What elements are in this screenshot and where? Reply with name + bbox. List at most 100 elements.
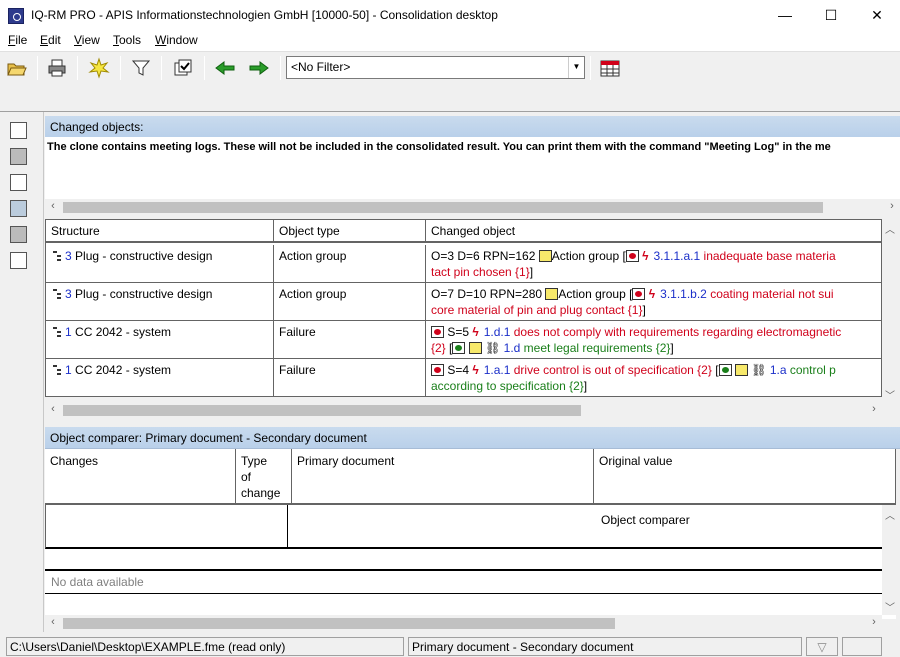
link-icon: ⛓	[751, 363, 767, 377]
changed-object-cell[interactable]: O=3 D=6 RPN=162 Action group [ ϟ 3.1.1.a…	[426, 245, 881, 283]
open-folder-icon[interactable]	[5, 57, 27, 79]
scroll-right-icon[interactable]: ›	[866, 616, 882, 628]
print-icon[interactable]	[46, 57, 68, 79]
table-row[interactable]: 1 CC 2042 - system	[46, 359, 274, 396]
toolbar-separator	[77, 56, 78, 80]
grid-hscrollbar[interactable]: ‹ ›	[45, 402, 882, 419]
cause-icon: ϟ	[472, 325, 479, 339]
menu-file[interactable]: File	[8, 33, 27, 47]
structure-icon	[51, 250, 65, 262]
changed-object-cell[interactable]: S=5 ϟ 1.d.1 does not comply with require…	[426, 321, 881, 359]
table-row[interactable]: 3 Plug - constructive design	[46, 245, 274, 283]
toolbar-secondary	[0, 83, 900, 112]
object-text: coating material not sui	[706, 287, 834, 301]
chevron-down-icon[interactable]: ▼	[568, 57, 584, 78]
scroll-thumb[interactable]	[63, 618, 615, 629]
rating-text: O=7 D=10 RPN=280	[431, 287, 546, 301]
bracket-close: ]	[670, 341, 674, 355]
filter-dropdown[interactable]: <No Filter> ▼	[286, 56, 585, 79]
menu-bar: File Edit View Tools Window	[0, 31, 900, 51]
scroll-left-icon[interactable]: ‹	[45, 200, 61, 212]
toolbar-separator	[37, 56, 38, 80]
structure-text: CC 2042 - system	[71, 363, 172, 377]
scroll-right-icon[interactable]: ›	[866, 403, 882, 415]
object-text: drive control is out of specification {2…	[510, 363, 712, 377]
menu-tools[interactable]: Tools	[113, 33, 141, 47]
object-type-cell[interactable]: Action group	[274, 245, 426, 283]
bracket-open: [	[711, 363, 719, 377]
divider	[287, 505, 288, 549]
grid-vscrollbar[interactable]: ︿ ﹀	[882, 219, 899, 402]
column-header-changed-object[interactable]: Changed object	[426, 220, 881, 243]
function-text: control p	[786, 363, 836, 377]
scroll-down-icon[interactable]: ﹀	[885, 387, 895, 402]
network-view-icon[interactable]	[10, 174, 27, 191]
rating-text: O=3 D=6 RPN=162	[431, 249, 539, 263]
type-header-line: change	[241, 486, 281, 500]
structure-text: CC 2042 - system	[71, 325, 172, 339]
object-comparer-panel: Changes Type of change Primary document …	[45, 449, 896, 619]
object-type-cell[interactable]: Failure	[274, 321, 426, 359]
table-row[interactable]: 1 CC 2042 - system	[46, 321, 274, 359]
scroll-left-icon[interactable]: ‹	[45, 616, 61, 628]
failure-icon	[431, 364, 444, 376]
scroll-down-icon[interactable]: ﹀	[885, 599, 895, 614]
scroll-up-icon[interactable]: ︿	[885, 507, 895, 522]
back-arrow-icon[interactable]	[214, 57, 236, 79]
column-header-primary-document[interactable]: Primary document	[292, 449, 594, 505]
changed-object-cell[interactable]: S=4 ϟ 1.a.1 drive control is out of spec…	[426, 359, 881, 396]
column-header-object-type[interactable]: Object type	[274, 220, 426, 243]
scroll-up-icon[interactable]: ︿	[885, 221, 895, 236]
bracket-open: [	[445, 341, 453, 355]
forward-arrow-icon[interactable]	[248, 57, 270, 79]
document-view-icon[interactable]	[10, 252, 27, 269]
minimize-button[interactable]: —	[762, 0, 808, 31]
filter-icon[interactable]	[130, 57, 152, 79]
scroll-right-icon[interactable]: ›	[884, 200, 900, 212]
scroll-left-icon[interactable]: ‹	[45, 403, 61, 415]
object-text-continued: tact pin chosen {1}	[431, 265, 530, 279]
table-row[interactable]: 3 Plug - constructive design	[46, 283, 274, 321]
changed-object-cell[interactable]: O=7 D=10 RPN=280 Action group [ ϟ 3.1.1.…	[426, 283, 881, 321]
table-view-icon[interactable]	[10, 148, 27, 165]
structure-icon	[51, 326, 65, 338]
scroll-thumb[interactable]	[63, 202, 823, 213]
comparer-hscrollbar[interactable]: ‹ ›	[45, 615, 882, 632]
column-header-changes[interactable]: Changes	[45, 449, 236, 505]
column-header-original-value[interactable]: Original value	[594, 449, 896, 505]
changed-objects-header: Changed objects:	[45, 116, 900, 138]
comparer-vscrollbar[interactable]: ︿ ﹀	[882, 505, 899, 615]
object-id: 1.a	[769, 363, 787, 377]
status-documents: Primary document - Secondary document	[408, 637, 802, 656]
bracket-close: ]	[642, 303, 646, 317]
message-hscrollbar[interactable]: ‹ ›	[45, 199, 900, 216]
failure-icon	[632, 288, 646, 300]
menu-edit[interactable]: Edit	[40, 33, 61, 47]
object-comparer-label: Object comparer	[601, 513, 690, 527]
divider	[45, 593, 882, 594]
structure-view-icon[interactable]	[10, 122, 27, 139]
failure-icon	[431, 326, 444, 338]
column-header-type-of-change[interactable]: Type of change	[236, 449, 292, 505]
action-group-label: Action group [	[551, 249, 626, 263]
object-type-cell[interactable]: Action group	[274, 283, 426, 321]
calendar-grid-icon[interactable]	[599, 57, 621, 79]
new-star-icon[interactable]	[88, 57, 110, 79]
structure-number: 3	[65, 249, 72, 263]
bracket-close: ]	[583, 379, 588, 393]
form-view-icon[interactable]	[10, 226, 27, 243]
comparer-inner-row: Object comparer	[45, 505, 882, 549]
menu-window[interactable]: Window	[155, 33, 198, 47]
function-text-continued: according to specification {2}	[431, 379, 584, 393]
matrix-view-icon[interactable]	[10, 200, 27, 217]
function-icon	[452, 342, 466, 354]
action-group-icon	[545, 288, 559, 300]
column-header-structure[interactable]: Structure	[46, 220, 274, 243]
menu-view[interactable]: View	[74, 33, 100, 47]
maximize-button[interactable]: ☐	[808, 0, 854, 31]
comparer-empty-row	[45, 549, 882, 571]
scroll-thumb[interactable]	[63, 405, 581, 416]
close-button[interactable]: ✕	[854, 0, 900, 31]
object-type-cell[interactable]: Failure	[274, 359, 426, 396]
checklist-icon[interactable]	[172, 57, 194, 79]
